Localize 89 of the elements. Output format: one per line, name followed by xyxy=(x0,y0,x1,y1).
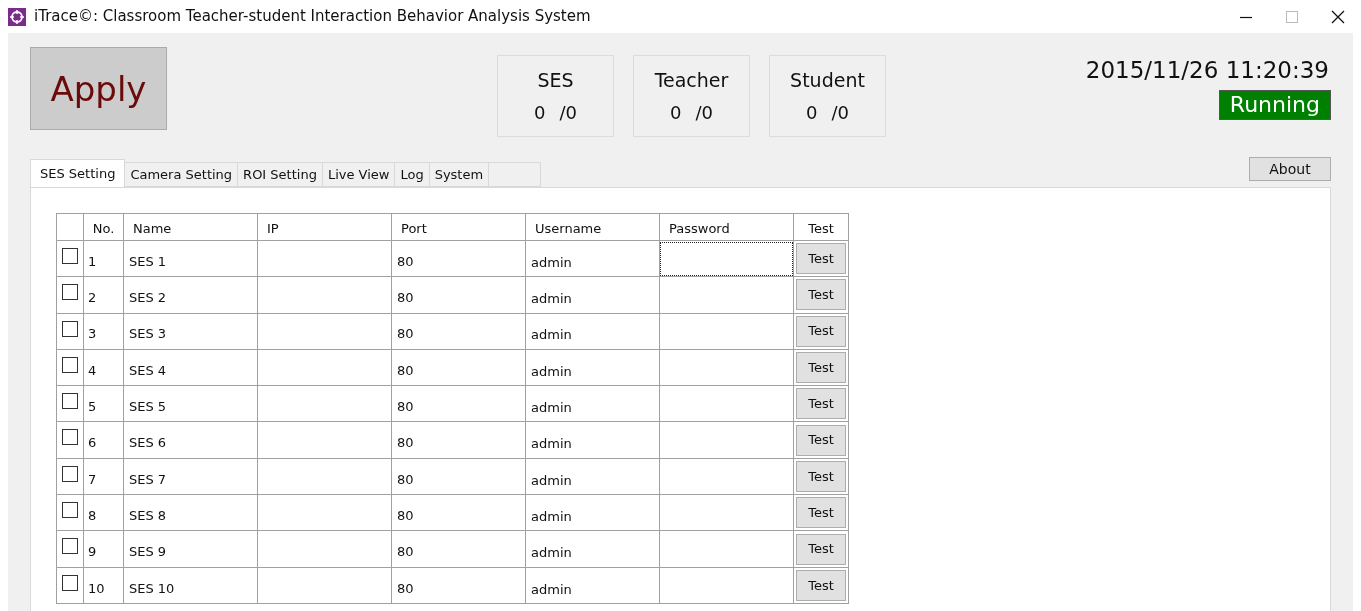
table-cell: 7 xyxy=(83,458,124,495)
table-cell: SES 2 xyxy=(123,276,258,314)
test-button[interactable]: Test xyxy=(796,533,846,565)
test-button[interactable]: Test xyxy=(796,243,846,275)
table-cell: 80 xyxy=(391,567,526,604)
row-checkbox[interactable] xyxy=(62,465,78,482)
column-header: Username xyxy=(525,213,660,241)
table-cell: 80 xyxy=(391,422,526,459)
test-button[interactable]: Test xyxy=(796,352,846,384)
table-cell: admin xyxy=(525,349,660,386)
test-button[interactable]: Test xyxy=(796,569,846,601)
counter-label: Teacher xyxy=(654,68,729,93)
column-header: Port xyxy=(391,213,526,241)
datetime-text: 2015/11/26 11:20:39 xyxy=(1085,59,1329,82)
table-cell: 80 xyxy=(391,240,526,277)
column-header: Password xyxy=(659,213,794,241)
row-checkbox[interactable] xyxy=(62,574,78,591)
table-cell: 3 xyxy=(83,313,124,350)
status-badge: Running xyxy=(1218,90,1331,120)
column-header: No. xyxy=(83,213,124,241)
table-cell: 80 xyxy=(391,458,526,495)
tab[interactable]: SES Setting xyxy=(30,159,126,187)
row-checkbox[interactable] xyxy=(62,284,78,301)
tab[interactable]: ROI Setting xyxy=(238,162,323,186)
table-cell: admin xyxy=(525,494,660,531)
test-button[interactable]: Test xyxy=(796,497,846,529)
table-cell: 80 xyxy=(391,276,526,314)
table-cell: 4 xyxy=(83,349,124,386)
column-header: Test xyxy=(793,213,849,241)
row-checkbox[interactable] xyxy=(62,248,78,264)
table-cell: SES 8 xyxy=(123,494,258,531)
password-field[interactable] xyxy=(660,241,793,276)
table-cell: admin xyxy=(525,313,660,350)
test-button[interactable]: Test xyxy=(796,460,846,492)
counter-total: /0 xyxy=(831,100,849,125)
table-cell: admin xyxy=(525,567,660,604)
table-cell: admin xyxy=(525,240,660,277)
table-cell: SES 10 xyxy=(123,567,258,604)
table-cell: admin xyxy=(525,458,660,495)
tab[interactable]: Log xyxy=(395,162,430,186)
test-button[interactable]: Test xyxy=(796,424,846,456)
table-cell: SES 9 xyxy=(123,530,258,568)
column-header: IP xyxy=(257,213,392,241)
row-checkbox[interactable] xyxy=(62,429,78,446)
table-cell: SES 5 xyxy=(123,385,258,422)
test-button[interactable]: Test xyxy=(796,315,846,347)
counter-value: 0 xyxy=(534,100,546,125)
table-cell: 6 xyxy=(83,422,124,459)
row-checkbox[interactable] xyxy=(62,320,78,337)
table-cell: 10 xyxy=(83,567,124,604)
apply-button[interactable]: Apply xyxy=(30,47,167,130)
table-cell: SES 4 xyxy=(123,349,258,386)
table-cell: admin xyxy=(525,530,660,568)
tab[interactable]: System xyxy=(429,162,490,186)
table-cell: admin xyxy=(525,276,660,314)
table-cell: SES 3 xyxy=(123,313,258,350)
table-cell: 80 xyxy=(391,494,526,531)
table-cell: SES 1 xyxy=(123,240,258,277)
row-checkbox[interactable] xyxy=(62,356,78,373)
table-cell: admin xyxy=(525,422,660,459)
table-cell: 80 xyxy=(391,313,526,350)
row-checkbox[interactable] xyxy=(62,538,78,555)
counter-label: SES xyxy=(537,68,574,93)
table-cell: 2 xyxy=(83,276,124,314)
counter-total: /0 xyxy=(695,100,713,125)
column-header: Name xyxy=(123,213,258,241)
app-icon xyxy=(8,7,26,26)
row-checkbox[interactable] xyxy=(62,502,78,519)
table-cell: 8 xyxy=(83,494,124,531)
table-cell: 9 xyxy=(83,530,124,568)
counter-value: 0 xyxy=(806,100,818,125)
table-cell: 5 xyxy=(83,385,124,422)
table-cell: 80 xyxy=(391,385,526,422)
table-cell: SES 7 xyxy=(123,458,258,495)
counter-value: 0 xyxy=(670,100,682,125)
counter-total: /0 xyxy=(559,100,577,125)
test-button[interactable]: Test xyxy=(796,279,846,311)
window-title: iTrace©: Classroom Teacher-student Interaction Behavior Analysis System xyxy=(34,6,591,28)
table-cell: 1 xyxy=(83,240,124,277)
table-cell: admin xyxy=(525,385,660,422)
tab[interactable]: Live View xyxy=(322,162,396,186)
row-checkbox[interactable] xyxy=(62,393,78,410)
test-button[interactable]: Test xyxy=(796,388,846,420)
table-cell: SES 6 xyxy=(123,422,258,459)
table-cell: 80 xyxy=(391,349,526,386)
table-cell: 80 xyxy=(391,530,526,568)
counter-label: Student xyxy=(790,68,865,93)
about-button[interactable]: About xyxy=(1249,157,1331,181)
tab[interactable]: Camera Setting xyxy=(125,162,239,186)
